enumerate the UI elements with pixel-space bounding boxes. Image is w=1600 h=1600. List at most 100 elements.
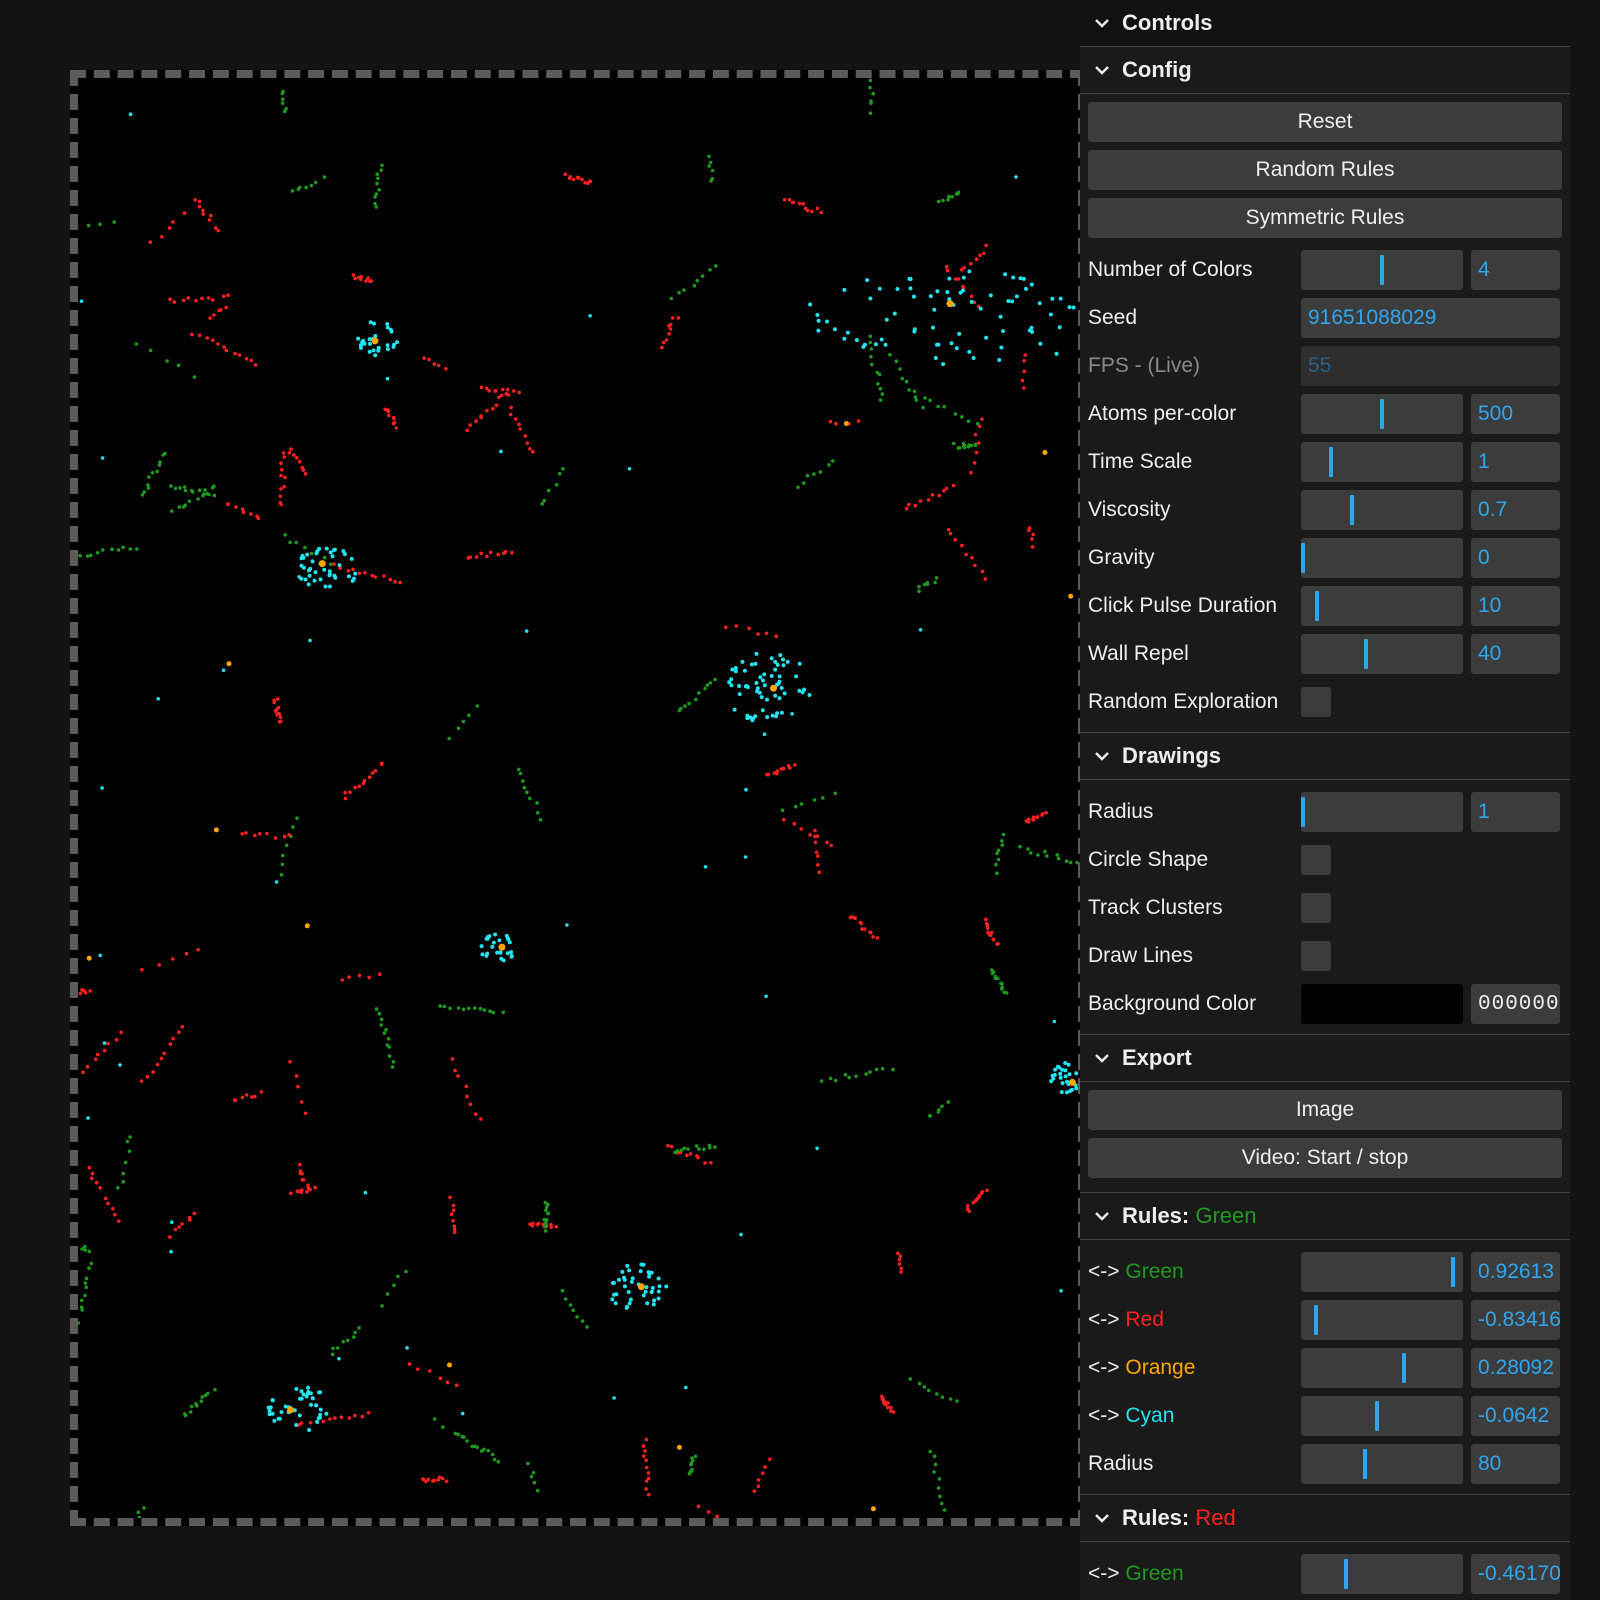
gravity-input[interactable]: 0	[1471, 538, 1560, 578]
particle	[709, 1161, 713, 1165]
particle	[123, 1160, 128, 1165]
particle	[964, 552, 968, 557]
slider-knob[interactable]	[1301, 797, 1305, 827]
export-image-button[interactable]: Image	[1088, 1090, 1562, 1130]
slider-knob[interactable]	[1350, 495, 1354, 525]
atoms-per-color-slider[interactable]	[1301, 394, 1463, 434]
particle	[169, 484, 173, 488]
draw-lines-checkbox[interactable]	[1301, 941, 1331, 971]
draw-radius-input[interactable]: 1	[1471, 792, 1560, 832]
particle	[233, 351, 237, 356]
rule-radius-slider[interactable]	[1301, 1444, 1463, 1484]
config-folder-header[interactable]: Config	[1080, 47, 1570, 94]
export-video-button[interactable]: Video: Start / stop	[1088, 1138, 1562, 1178]
particle	[142, 490, 146, 494]
viscosity-input[interactable]: 0.7	[1471, 490, 1560, 530]
particle	[383, 407, 388, 412]
rule-radius-input[interactable]: 80	[1471, 1444, 1560, 1484]
wall-repel-input[interactable]: 40	[1471, 634, 1560, 674]
particle	[677, 290, 681, 295]
slider-knob[interactable]	[1451, 1257, 1455, 1287]
slider-knob[interactable]	[1375, 1401, 1379, 1431]
particle	[241, 510, 246, 515]
rule-slider[interactable]	[1301, 1396, 1463, 1436]
particle	[969, 294, 974, 299]
particle	[283, 1404, 288, 1409]
background-color-input[interactable]: 000000	[1471, 984, 1560, 1024]
click-pulse-duration-slider[interactable]	[1301, 586, 1463, 626]
particle	[971, 1200, 976, 1205]
time-scale-slider[interactable]	[1301, 442, 1463, 482]
slider-knob[interactable]	[1329, 447, 1333, 477]
slider-knob[interactable]	[1363, 1449, 1367, 1479]
viscosity-slider[interactable]	[1301, 490, 1463, 530]
rule-slider[interactable]	[1301, 1554, 1463, 1594]
reset-button[interactable]: Reset	[1088, 102, 1562, 142]
export-folder-header[interactable]: Export	[1080, 1035, 1570, 1082]
number-of-colors-input[interactable]: 4	[1471, 250, 1560, 290]
particle	[896, 1251, 900, 1256]
particle	[201, 208, 205, 213]
rule-label: <-> Green	[1088, 1562, 1301, 1586]
rules-red-folder-header[interactable]: Rules: Red	[1080, 1495, 1570, 1542]
rule-slider[interactable]	[1301, 1348, 1463, 1388]
particle	[391, 344, 396, 349]
rules-green-folder-header[interactable]: Rules: Green	[1080, 1193, 1570, 1240]
circle-shape-checkbox[interactable]	[1301, 845, 1331, 875]
particle	[456, 726, 461, 731]
wall-repel-slider[interactable]	[1301, 634, 1463, 674]
controls-folder-header[interactable]: Controls	[1080, 0, 1570, 47]
slider-knob[interactable]	[1344, 1559, 1348, 1589]
particle	[937, 1477, 942, 1481]
draw-radius-slider[interactable]	[1301, 792, 1463, 832]
symmetric-rules-button[interactable]: Symmetric Rules	[1088, 198, 1562, 238]
particle	[953, 277, 958, 281]
particle	[216, 342, 220, 346]
gravity-slider[interactable]	[1301, 538, 1463, 578]
rules-red-folder-body: <-> Green-0.46170<-> Red0.40113	[1080, 1542, 1570, 1600]
particle	[745, 713, 750, 718]
particle	[660, 345, 664, 350]
particle	[832, 327, 837, 332]
particle	[821, 796, 825, 800]
rule-value-input[interactable]: -0.0642	[1471, 1396, 1560, 1436]
particle	[87, 1166, 92, 1170]
slider-knob[interactable]	[1314, 1305, 1318, 1335]
particle	[770, 684, 777, 692]
particle	[613, 1301, 618, 1306]
particle	[765, 715, 770, 720]
random-exploration-checkbox[interactable]	[1301, 687, 1331, 717]
rule-slider[interactable]	[1301, 1300, 1463, 1340]
track-clusters-checkbox[interactable]	[1301, 893, 1331, 923]
background-color-swatch[interactable]	[1301, 984, 1463, 1024]
slider-knob[interactable]	[1315, 591, 1319, 621]
slider-knob[interactable]	[1402, 1353, 1406, 1383]
particle	[1050, 1073, 1055, 1078]
rule-value-input[interactable]: 0.28092	[1471, 1348, 1560, 1388]
particle	[376, 176, 380, 181]
number-of-colors-slider[interactable]	[1301, 250, 1463, 290]
slider-knob[interactable]	[1380, 399, 1384, 429]
particle	[428, 1369, 432, 1373]
time-scale-input[interactable]: 1	[1471, 442, 1560, 482]
rule-value-input[interactable]: -0.83416	[1471, 1300, 1560, 1340]
rule-slider[interactable]	[1301, 1252, 1463, 1292]
particle	[956, 277, 961, 281]
particle	[453, 1068, 457, 1073]
particle	[98, 953, 102, 958]
atoms-per-color-input[interactable]: 500	[1471, 394, 1560, 434]
rule-value-input[interactable]: -0.46170	[1471, 1554, 1560, 1594]
particle	[645, 1301, 650, 1306]
slider-knob[interactable]	[1364, 639, 1368, 669]
drawings-folder-header[interactable]: Drawings	[1080, 733, 1570, 780]
slider-knob[interactable]	[1301, 543, 1305, 573]
seed-input[interactable]: 91651088029	[1301, 298, 1560, 338]
slider-knob[interactable]	[1380, 255, 1384, 285]
simulation-canvas[interactable]	[70, 70, 1086, 1526]
random-rules-button[interactable]: Random Rules	[1088, 150, 1562, 190]
click-pulse-duration-input[interactable]: 10	[1471, 586, 1560, 626]
rule-value-input[interactable]: 0.92613	[1471, 1252, 1560, 1292]
particle	[160, 235, 164, 239]
particle	[630, 1276, 635, 1281]
particle	[679, 1148, 684, 1153]
